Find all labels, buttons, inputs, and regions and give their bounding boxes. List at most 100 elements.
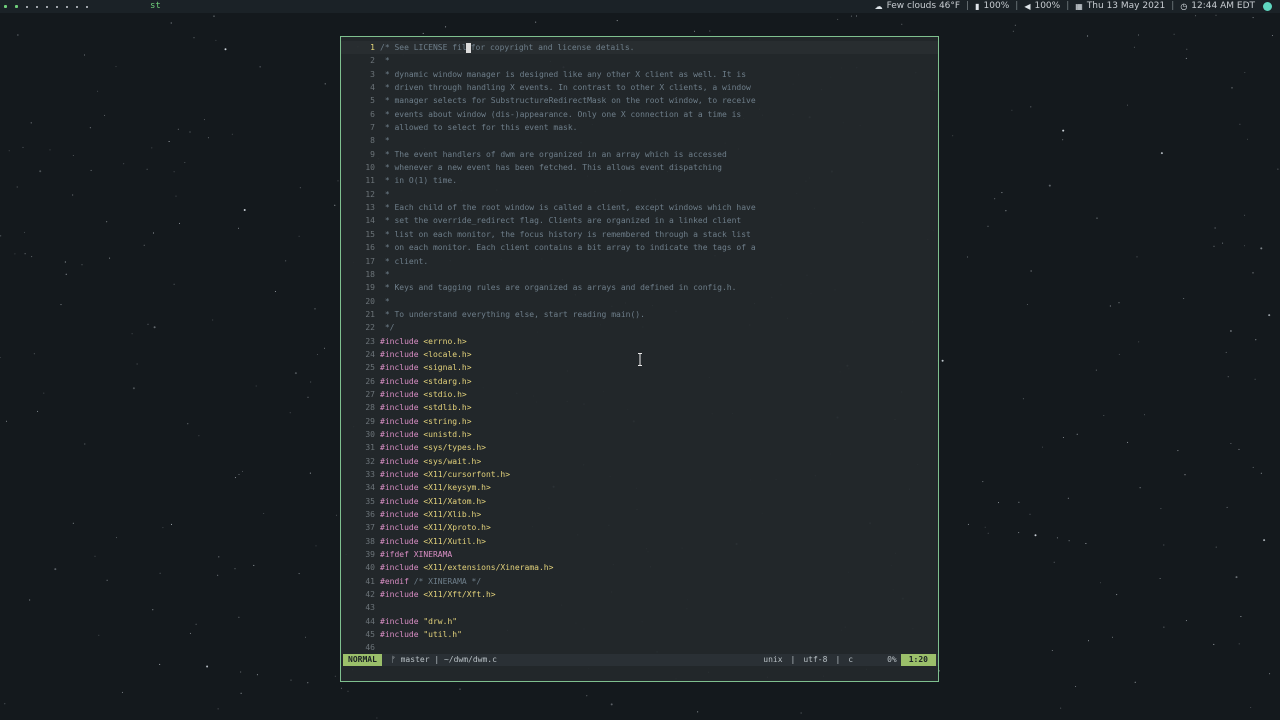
mode-indicator: NORMAL (343, 654, 382, 666)
star (1247, 138, 1248, 140)
line-text: #include <X11/extensions/Xinerama.h> (380, 561, 553, 574)
star (168, 141, 170, 142)
star (1053, 561, 1055, 563)
tag-2[interactable] (15, 5, 18, 8)
code-token: <unistd.h> (423, 429, 472, 439)
line-text: #include <stdio.h> (380, 388, 467, 401)
star (177, 128, 179, 130)
code-line[interactable]: 33 #include <X11/cursorfont.h> (341, 468, 938, 481)
star (1183, 298, 1185, 299)
code-token: * allowed to select for this event mask. (380, 123, 578, 133)
code-token: * in O(1) time. (380, 176, 458, 186)
code-line[interactable]: 40 #include <X11/extensions/Xinerama.h> (341, 561, 938, 574)
time-text: 12:44 AM EDT (1191, 1, 1255, 11)
code-line[interactable]: 35 #include <X11/Xatom.h> (341, 495, 938, 508)
star (207, 137, 209, 139)
code-line[interactable]: 19 * Keys and tagging rules are organize… (341, 281, 938, 294)
code-line[interactable]: 8 * (341, 134, 938, 147)
tag-7[interactable] (66, 5, 68, 8)
code-line[interactable]: 3 * dynamic window manager is designed l… (341, 68, 938, 81)
tag-5[interactable] (46, 5, 48, 8)
star (1030, 270, 1032, 272)
code-line[interactable]: 36 #include <X11/Xlib.h> (341, 508, 938, 521)
code-line[interactable]: 14 * set the override_redirect flag. Cli… (341, 214, 938, 227)
code-line[interactable]: 39 #ifdef XINERAMA (341, 548, 938, 561)
code-token: <X11/cursorfont.h> (423, 470, 511, 479)
line-number: 34 (365, 483, 375, 493)
star (1005, 210, 1007, 212)
star (1029, 513, 1031, 515)
line-number: 22 (365, 323, 375, 333)
tag-8[interactable] (76, 5, 78, 8)
tag-3[interactable] (26, 5, 28, 8)
star (14, 253, 16, 255)
code-token: <X11/keysym.h> (423, 483, 491, 493)
code-line[interactable]: 26 #include <stdarg.h> (341, 375, 938, 388)
code-line[interactable]: 34 #include <X11/keysym.h> (341, 481, 938, 494)
code-line[interactable]: 30 #include <unistd.h> (341, 428, 938, 441)
star (987, 532, 989, 534)
code-line[interactable]: 23 #include <errno.h> (341, 335, 938, 348)
fileformat: unix (763, 655, 783, 664)
star (299, 187, 301, 189)
code-line[interactable]: 18 * (341, 268, 938, 281)
star (153, 326, 156, 329)
star (1068, 540, 1070, 542)
line-number: 16 (365, 243, 375, 253)
battery-text: 100% (983, 1, 1010, 11)
vim-editor-buffer[interactable]: 1 /* See LICENSE fil for copyright and lic… (341, 41, 938, 653)
line-text: * dynamic window manager is designed lik… (380, 68, 746, 81)
code-token: * driven through handling X events. In c… (380, 83, 751, 93)
code-line[interactable]: 27 #include <stdio.h> (341, 388, 938, 401)
code-line[interactable]: 37 #include <X11/Xproto.h> (341, 521, 938, 534)
line-text: #include <X11/Xutil.h> (380, 535, 486, 548)
code-line[interactable]: 44 #include "drw.h" (341, 615, 938, 628)
code-line[interactable]: 43 (341, 601, 938, 614)
code-line[interactable]: 20 * (341, 295, 938, 308)
line-number: 40 (365, 563, 375, 573)
tag-9[interactable] (86, 5, 88, 8)
star (1103, 415, 1105, 416)
star (1118, 302, 1120, 304)
code-line[interactable]: 45 #include "util.h" (341, 628, 938, 641)
code-line[interactable]: 32 #include <sys/wait.h> (341, 455, 938, 468)
tag-1[interactable] (4, 5, 7, 8)
code-line[interactable]: 15 * list on each monitor, the focus his… (341, 228, 938, 241)
code-line[interactable]: 10 * whenever a new event has been fetch… (341, 161, 938, 174)
line-text: #ifdef XINERAMA (380, 548, 452, 561)
code-line[interactable]: 41 #endif /* XINERAMA */ (341, 575, 938, 588)
code-line[interactable]: 5 * manager selects for SubstructureRedi… (341, 94, 938, 107)
tag-4[interactable] (36, 5, 38, 8)
star (1225, 351, 1227, 353)
line-number: 38 (365, 536, 375, 546)
star (1159, 578, 1161, 579)
star (49, 149, 51, 151)
code-token: * Keys and tagging rules are organized a… (380, 283, 737, 293)
scroll-percent: 0% (887, 655, 897, 664)
code-line[interactable]: 4 * driven through handling X events. In… (341, 81, 938, 94)
code-line[interactable]: 29 #include <string.h> (341, 415, 938, 428)
line-text: #include <sys/wait.h> (380, 455, 481, 468)
code-line[interactable]: 11 * in O(1) time. (341, 174, 938, 187)
code-line[interactable]: 6 * events about window (dis-)appearance… (341, 108, 938, 121)
tag-6[interactable] (56, 5, 58, 8)
code-line[interactable]: 16 * on each monitor. Each client contai… (341, 241, 938, 254)
star (242, 470, 243, 472)
code-token: <string.h> (423, 416, 472, 426)
code-line[interactable]: 9 * The event handlers of dwm are organi… (341, 148, 938, 161)
code-token: /* XINERAMA */ (413, 576, 482, 586)
code-line[interactable]: 13 * Each child of the root window is ca… (341, 201, 938, 214)
code-line[interactable]: 2 * (341, 54, 938, 67)
code-line[interactable]: 42 #include <X11/Xft/Xft.h> (341, 588, 938, 601)
code-line[interactable]: 46 (341, 641, 938, 653)
code-line[interactable]: 22 */ (341, 321, 938, 334)
code-line[interactable]: 38 #include <X11/Xutil.h> (341, 535, 938, 548)
code-line[interactable]: 21 * To understand everything else, star… (341, 308, 938, 321)
code-line[interactable]: 28 #include <stdlib.h> (341, 401, 938, 414)
code-line[interactable]: 31 #include <sys/types.h> (341, 441, 938, 454)
code-line[interactable]: 12 * (341, 188, 938, 201)
code-line[interactable]: 1 /* See LICENSE fil for copyright and lic… (341, 41, 938, 54)
code-line[interactable]: 17 * client. (341, 255, 938, 268)
code-line[interactable]: 7 * allowed to select for this event mas… (341, 121, 938, 134)
star (290, 679, 292, 681)
